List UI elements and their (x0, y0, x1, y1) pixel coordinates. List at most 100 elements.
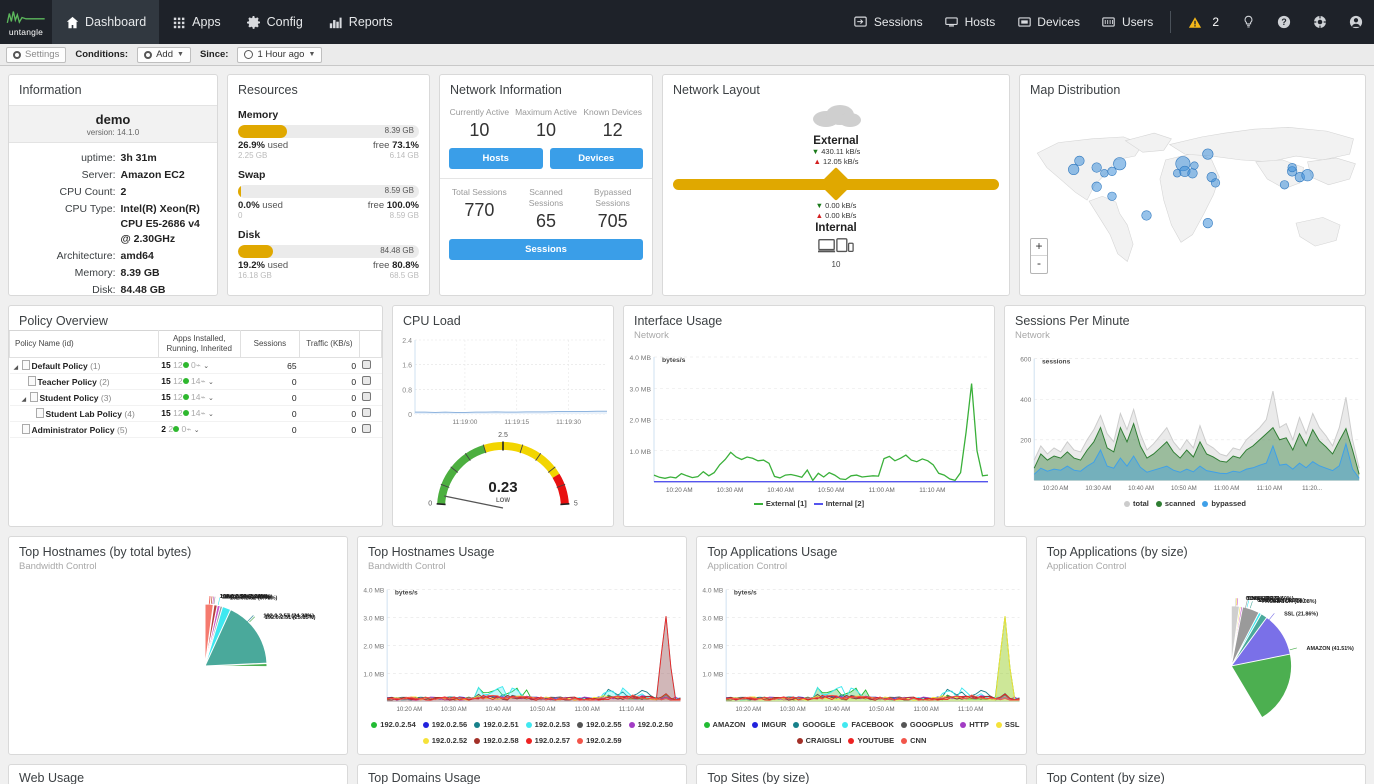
resources-body: Memory 8.39 GB 26.9% used free 73.1% 2.2… (228, 99, 429, 280)
expander-icon[interactable]: ◢ (14, 364, 22, 371)
interface-usage-plot: 1.0 MB 2.0 MB 3.0 MB 4.0 MB bytes/s 10:20 AM 1… (629, 355, 989, 494)
hosts-button[interactable]: Hosts (449, 148, 543, 169)
sessions-button[interactable]: Sessions (449, 239, 643, 260)
legend-item[interactable]: 192.0.2.55 (577, 720, 622, 729)
legend-item[interactable]: 192.0.2.54 (371, 720, 416, 729)
nav-item-sessions[interactable]: Sessions (843, 0, 934, 44)
legend-label: scanned (1164, 499, 1196, 508)
legend-item[interactable]: 192.0.2.51 (474, 720, 519, 729)
legend-item-scanned[interactable]: scanned (1155, 499, 1196, 508)
legend-item[interactable]: GOOGLE (793, 720, 835, 729)
edit-icon[interactable] (362, 360, 372, 369)
used-pct: 0.0% (238, 200, 260, 211)
card-title-network-layout: Network Layout (673, 83, 760, 97)
nav-item-apps[interactable]: Apps (159, 0, 234, 44)
edit-icon[interactable] (362, 376, 372, 385)
legend-item-internal[interactable]: Internal [2] (813, 499, 864, 508)
table-row[interactable]: Administrator Policy (5) 2 2 0⌁ ⌄ 0 0 (9, 421, 382, 438)
chevron-down-icon[interactable]: ⌄ (208, 395, 214, 402)
legend-item[interactable]: HTTP (960, 720, 989, 729)
info-key: Architecture: (56, 250, 116, 262)
legend-item[interactable]: 192.0.2.56 (422, 720, 467, 729)
legend-swatch (842, 721, 849, 728)
col-traffic[interactable]: Traffic (KB/s) (299, 330, 360, 358)
legend-item[interactable]: YOUTUBE (848, 736, 894, 745)
info-row: Architecture: amd64 (19, 249, 207, 264)
policy-sessions: 0 (240, 405, 300, 422)
nav-item-devices[interactable]: Devices (1006, 0, 1091, 44)
support-button[interactable] (1302, 0, 1338, 44)
legend-item[interactable]: GOOGPLUS (900, 720, 953, 729)
legend-item[interactable]: CRAIGSLI (796, 736, 841, 745)
network-bar-node (819, 167, 853, 201)
legend-item[interactable]: IMGUR (752, 720, 786, 729)
legend-item[interactable]: 192.0.2.57 (525, 736, 570, 745)
map-zoom-out-button[interactable]: - (1031, 256, 1047, 273)
chevron-down-icon[interactable]: ⌄ (208, 411, 214, 418)
map-body[interactable]: + - (1020, 99, 1365, 284)
legend-item[interactable]: 192.0.2.58 (474, 736, 519, 745)
svg-text:0.8: 0.8 (402, 387, 412, 394)
legend-item[interactable]: 192.0.2.52 (422, 736, 467, 745)
col-policy-name[interactable]: Policy Name (id) (9, 330, 159, 358)
expander-icon[interactable]: ◢ (22, 396, 30, 403)
nav-item-config[interactable]: Config (234, 0, 316, 44)
legend-label: 192.0.2.54 (380, 720, 416, 729)
brand-wordmark: untangle (8, 27, 44, 37)
nav-item-dashboard[interactable]: Dashboard (52, 0, 160, 44)
card-sessions-per-minute: Sessions Per Minute Network 200 400 600 ses… (1004, 305, 1366, 527)
alerts-button[interactable]: 2 (1177, 0, 1230, 44)
legend-item[interactable]: CNN (901, 736, 926, 745)
policy-actions (359, 405, 382, 422)
table-row[interactable]: ◢ Default Policy (1) 15 12 0⌁ ⌄ 65 0 (9, 357, 382, 374)
stat-scanned-sessions: Scanned Sessions 65 (513, 187, 580, 232)
chevron-down-icon[interactable]: ⌄ (208, 379, 214, 386)
col-apps[interactable]: Apps Installed, Running, Inherited (157, 330, 241, 358)
col-sessions[interactable]: Sessions (239, 330, 301, 358)
nav-item-users[interactable]: Users (1091, 0, 1164, 44)
table-row[interactable]: Teacher Policy (2) 15 12 14⌁ ⌄ 0 0 (9, 373, 382, 390)
edit-icon[interactable] (362, 392, 372, 401)
nav-item-reports[interactable]: Reports (316, 0, 406, 44)
chevron-down-icon[interactable]: ⌄ (203, 363, 209, 370)
legend-item-external[interactable]: External [1] (753, 499, 807, 508)
free-word: free (367, 200, 385, 211)
apps-installed: 2 (161, 424, 167, 434)
nav-item-hosts[interactable]: Hosts (934, 0, 1007, 44)
svg-text:11:00 AM: 11:00 AM (1214, 485, 1239, 492)
map-zoom-control[interactable]: + - (1030, 238, 1048, 274)
legend-item[interactable]: AMAZON (703, 720, 745, 729)
card-title-web-usage: Web Usage (19, 771, 85, 784)
info-row: CPU Count: 2 (19, 185, 207, 200)
legend-item[interactable]: 192.0.2.59 (577, 736, 622, 745)
map-zoom-in-button[interactable]: + (1031, 239, 1047, 256)
legend-label: External [1] (765, 499, 807, 508)
table-row[interactable]: Student Lab Policy (4) 15 12 14⌁ ⌄ 0 0 (9, 405, 382, 422)
legend-item[interactable]: 192.0.2.50 (628, 720, 673, 729)
legend-item[interactable]: FACEBOOK (842, 720, 894, 729)
legend-swatch (525, 737, 532, 744)
add-condition-button[interactable]: Add ▼ (137, 46, 191, 63)
policy-apps-cell: 15 12 14⌁ ⌄ (158, 405, 241, 422)
settings-button[interactable]: Settings (6, 46, 67, 63)
legend-item[interactable]: 192.0.2.53 (525, 720, 570, 729)
resource-line-abs: 16.18 GB 68.5 GB (238, 271, 419, 280)
chevron-down-icon[interactable]: ⌄ (194, 427, 200, 434)
help-button[interactable]: ? (1266, 0, 1302, 44)
devices-button[interactable]: Devices (549, 148, 643, 169)
card-map-distribution[interactable]: Map Distribution + - (1019, 74, 1366, 296)
stat-label: Maximum Active (515, 107, 577, 117)
legend-item-bypassed[interactable]: bypassed (1202, 499, 1246, 508)
chevron-down-icon: ▼ (177, 51, 184, 58)
internal-devices: 10 (663, 237, 1009, 269)
edit-icon[interactable] (362, 408, 372, 417)
legend-item-total[interactable]: total (1124, 499, 1149, 508)
policy-sessions: 0 (240, 421, 300, 438)
table-row[interactable]: ◢ Student Policy (3) 15 12 14⌁ ⌄ 0 0 (9, 389, 382, 406)
edit-icon[interactable] (362, 424, 372, 433)
account-button[interactable] (1338, 0, 1374, 44)
since-select[interactable]: 1 Hour ago ▼ (237, 46, 323, 63)
tips-button[interactable] (1230, 0, 1266, 44)
brand-logo[interactable]: untangle (0, 0, 52, 44)
legend-item[interactable]: SSL (995, 720, 1019, 729)
